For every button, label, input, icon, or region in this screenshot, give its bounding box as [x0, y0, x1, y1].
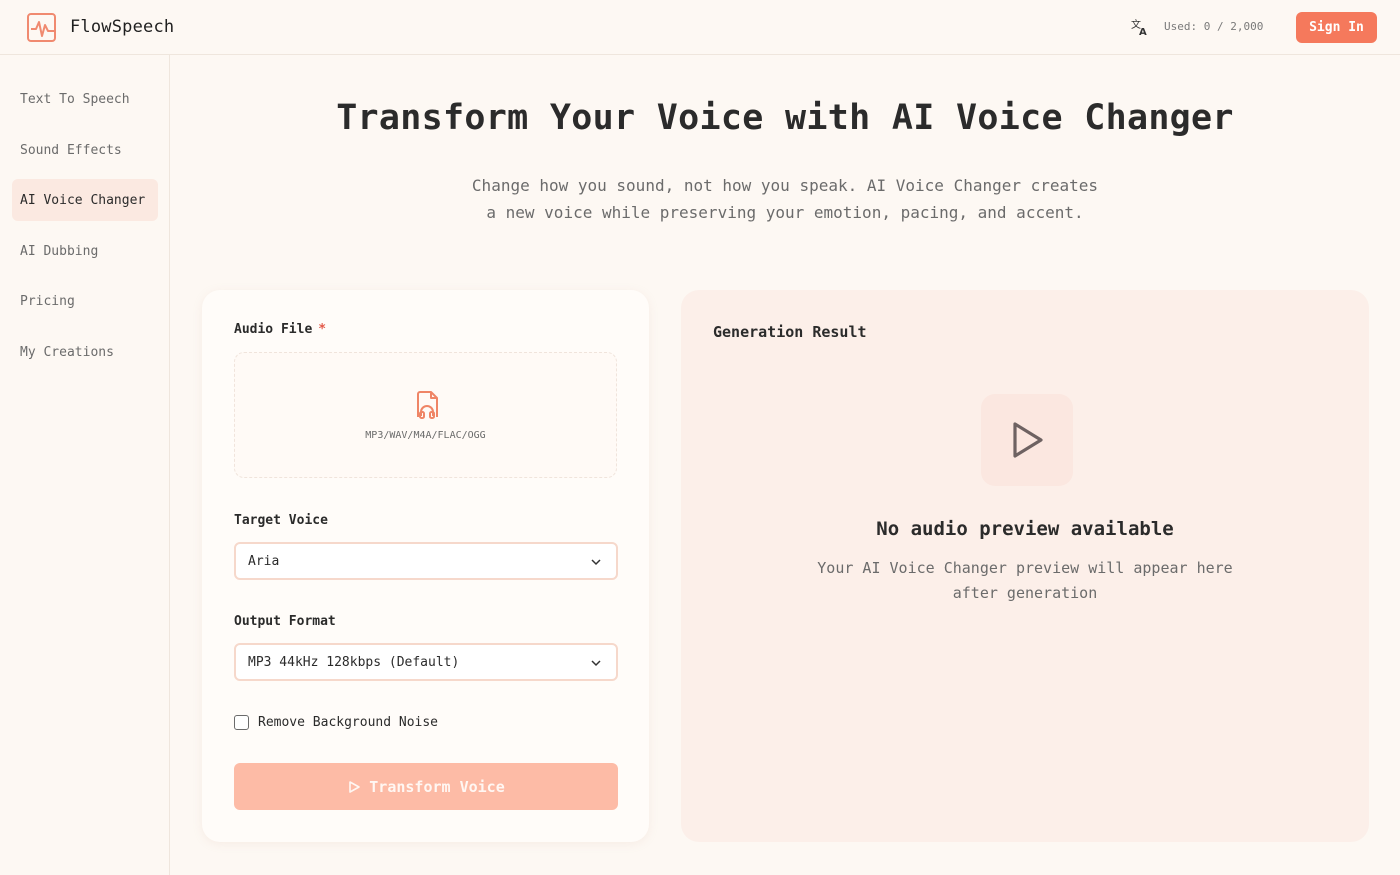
empty-state-description: Your AI Voice Changer preview will appea…	[800, 556, 1250, 606]
sign-in-button[interactable]: Sign In	[1296, 12, 1377, 43]
target-voice-value: Aria	[248, 553, 280, 569]
usage-counter: Used: 0 / 2,000	[1164, 20, 1264, 33]
translate-icon[interactable]: 文 A	[1131, 18, 1149, 36]
audio-file-label: Audio File *	[234, 322, 326, 337]
transform-voice-label: Transform Voice	[369, 777, 505, 796]
audio-file-dropzone[interactable]: MP3/WAV/M4A/FLAC/OGG	[234, 352, 617, 478]
remove-noise-label[interactable]: Remove Background Noise	[258, 715, 438, 730]
top-header: FlowSpeech 文 A Used: 0 / 2,000 Sign In	[0, 0, 1400, 55]
remove-noise-option[interactable]: Remove Background Noise	[234, 714, 438, 730]
page-title: Transform Your Voice with AI Voice Chang…	[336, 98, 1234, 138]
target-voice-select[interactable]: Aria	[234, 542, 618, 580]
required-mark: *	[318, 322, 327, 337]
generation-result-panel: Generation Result No audio preview avail…	[681, 290, 1369, 842]
sidebar-item-my-creations[interactable]: My Creations	[12, 331, 158, 373]
sidebar: Text To Speech Sound Effects AI Voice Ch…	[0, 55, 170, 875]
play-icon	[349, 780, 361, 793]
empty-state-line-2: after generation	[952, 584, 1098, 602]
remove-noise-checkbox[interactable]	[234, 714, 249, 730]
transform-voice-button[interactable]: Transform Voice	[234, 763, 618, 810]
sidebar-item-pricing[interactable]: Pricing	[12, 280, 158, 322]
sidebar-item-text-to-speech[interactable]: Text To Speech	[12, 78, 158, 120]
supported-formats: MP3/WAV/M4A/FLAC/OGG	[365, 430, 486, 441]
page-subtitle-line-1: Change how you sound, not how you speak.…	[471, 176, 1099, 195]
empty-state-line-1: Your AI Voice Changer preview will appea…	[817, 559, 1233, 577]
play-icon	[1013, 422, 1043, 458]
sidebar-item-ai-voice-changer[interactable]: AI Voice Changer	[12, 179, 158, 221]
voice-changer-form: Audio File * MP3/WAV/M4A/FLAC/OGG Target …	[202, 290, 649, 842]
output-format-label: Output Format	[234, 614, 336, 629]
sidebar-item-ai-dubbing[interactable]: AI Dubbing	[12, 230, 158, 272]
sidebar-item-sound-effects[interactable]: Sound Effects	[12, 129, 158, 171]
target-voice-label: Target Voice	[234, 513, 328, 528]
preview-placeholder	[981, 394, 1073, 486]
waveform-logo-icon[interactable]	[26, 12, 60, 44]
chevron-down-icon	[591, 660, 601, 667]
audio-file-label-text: Audio File	[234, 322, 313, 337]
audio-file-icon	[417, 391, 438, 419]
empty-state-title: No audio preview available	[876, 518, 1174, 540]
result-title: Generation Result	[713, 323, 867, 341]
output-format-value: MP3 44kHz 128kbps (Default)	[248, 654, 460, 670]
page-subtitle: Change how you sound, not how you speak.…	[435, 172, 1135, 226]
output-format-select[interactable]: MP3 44kHz 128kbps (Default)	[234, 643, 618, 681]
svg-text:A: A	[1139, 27, 1147, 36]
page-subtitle-line-2: a new voice while preserving your emotio…	[486, 203, 1084, 222]
brand-name[interactable]: FlowSpeech	[70, 17, 174, 37]
chevron-down-icon	[591, 559, 601, 566]
